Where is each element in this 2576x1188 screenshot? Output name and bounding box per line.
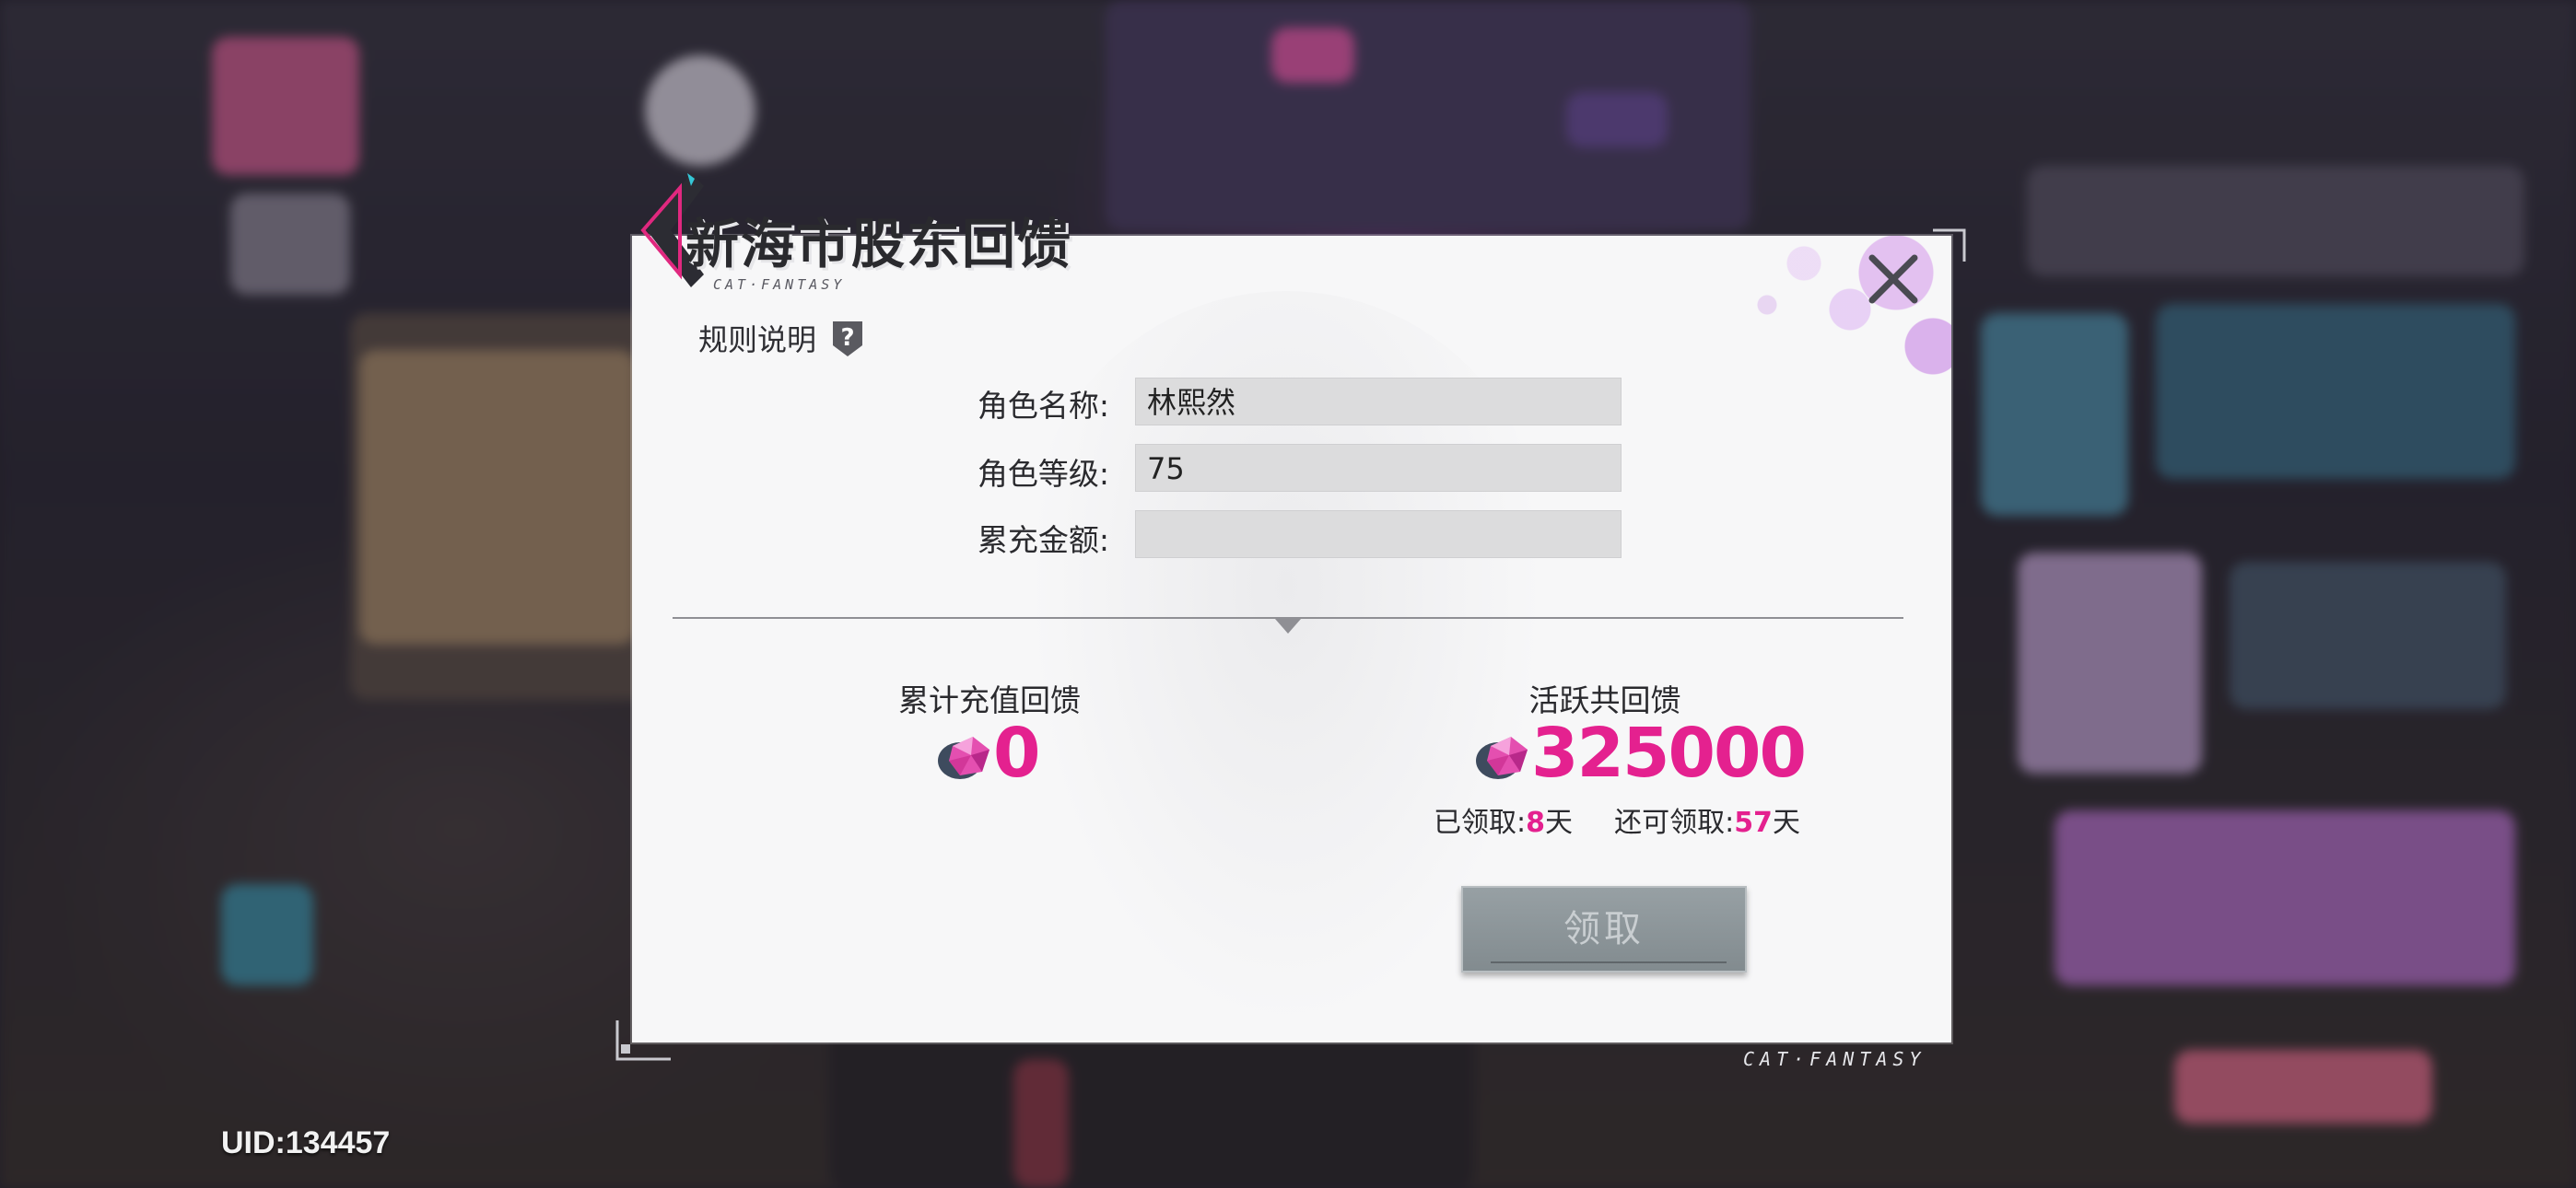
character-level-field: 75 <box>1135 444 1622 492</box>
remaining-unit: 天 <box>1772 807 1800 839</box>
cumulative-recharge-amount: 0 <box>993 714 1040 793</box>
close-x-icon[interactable] <box>1868 254 1918 304</box>
svg-text:?: ? <box>840 324 854 352</box>
claimed-days: 8 <box>1526 807 1545 839</box>
character-level-label: 角色等级: <box>977 456 1109 492</box>
pink-diamond-gem-icon <box>938 737 989 779</box>
remaining-label: 还可领取: <box>1614 807 1735 839</box>
player-uid: UID:134457 <box>221 1125 391 1160</box>
divider-notch <box>1275 619 1301 634</box>
dialog-title-subtitle: CAT·FANTASY <box>713 276 846 293</box>
pink-diamond-gem-icon <box>1476 737 1528 779</box>
character-name-label: 角色名称: <box>977 388 1109 424</box>
activity-feedback-amount: 325000 <box>1531 714 1807 793</box>
remaining-days: 57 <box>1734 807 1773 839</box>
total-recharge-label: 累充金额: <box>977 522 1109 558</box>
claim-status-row: 已领取:8天 还可领取:57天 <box>1434 799 1800 840</box>
rules-explanation-link[interactable]: 规则说明 ? <box>698 317 866 359</box>
claimed-unit: 天 <box>1544 807 1573 839</box>
character-name-field: 林熙然 <box>1135 378 1622 425</box>
question-shield-icon[interactable]: ? <box>829 318 866 358</box>
cumulative-recharge-title: 累计充值回馈 <box>898 682 1081 718</box>
close-button[interactable] <box>1861 247 1926 311</box>
brand-footer: CAT·FANTASY <box>1743 1048 1926 1070</box>
total-recharge-field <box>1135 510 1622 558</box>
rules-label[interactable]: 规则说明 <box>698 317 816 359</box>
claim-button[interactable]: 领取 <box>1461 886 1747 973</box>
dialog-title: 新海市股东回馈 <box>685 213 1073 275</box>
claimed-label: 已领取: <box>1434 807 1527 839</box>
